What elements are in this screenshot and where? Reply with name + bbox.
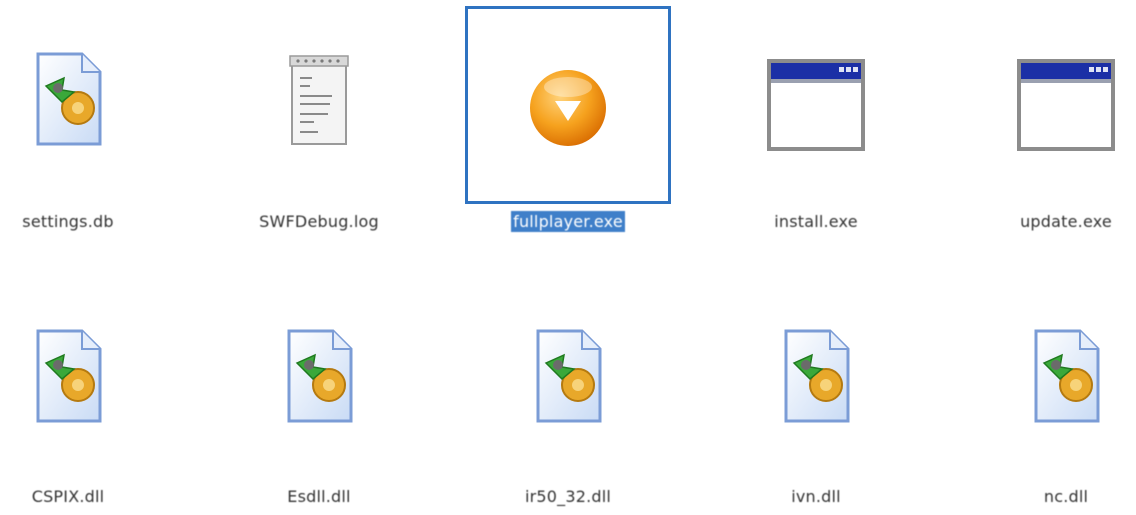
generic-window-app-icon	[767, 59, 865, 151]
icon-box	[963, 0, 1136, 200]
dll-gear-file-icon	[36, 329, 102, 423]
file-item-fullplayer-exe[interactable]: fullplayer.exe	[465, 0, 671, 240]
dll-gear-file-icon	[1034, 329, 1100, 423]
file-label: CSPIX.dll	[31, 487, 105, 506]
icon-box	[713, 0, 919, 200]
icon-box	[216, 0, 422, 200]
icon-box	[0, 275, 171, 475]
file-grid: settings.db SWFDebug.log fullplayer.exe …	[0, 0, 1136, 513]
icon-box	[465, 275, 671, 475]
file-label: SWFDebug.log	[259, 212, 379, 231]
file-label: fullplayer.exe	[511, 211, 625, 232]
file-label: ivn.dll	[791, 487, 841, 506]
dll-gear-file-icon	[784, 329, 850, 423]
file-label: update.exe	[1020, 212, 1112, 231]
dll-gear-file-icon	[36, 52, 102, 146]
icon-box	[713, 275, 919, 475]
icon-box	[0, 0, 171, 200]
selected-icon-box	[465, 6, 671, 204]
file-label: Esdll.dll	[287, 487, 351, 506]
file-item-esdll-dll[interactable]: Esdll.dll	[216, 275, 422, 515]
file-item-ir50-32-dll[interactable]: ir50_32.dll	[465, 275, 671, 515]
file-label: install.exe	[774, 212, 858, 231]
file-label: nc.dll	[1043, 487, 1089, 506]
dll-gear-file-icon	[287, 329, 353, 423]
icon-box	[216, 275, 422, 475]
file-label: ir50_32.dll	[524, 487, 612, 506]
file-item-install-exe[interactable]: install.exe	[713, 0, 919, 240]
icon-box	[963, 275, 1136, 475]
notepad-text-file-icon	[289, 55, 349, 145]
dll-gear-file-icon	[536, 329, 602, 423]
file-item-settings-db[interactable]: settings.db	[0, 0, 171, 240]
file-label: settings.db	[22, 212, 114, 231]
file-item-ivn-dll[interactable]: ivn.dll	[713, 275, 919, 515]
file-item-update-exe[interactable]: update.exe	[963, 0, 1136, 240]
orange-player-app-icon	[530, 70, 606, 146]
file-item-swfdebug-log[interactable]: SWFDebug.log	[216, 0, 422, 240]
generic-window-app-icon	[1017, 59, 1115, 151]
file-item-cspix-dll[interactable]: CSPIX.dll	[0, 275, 171, 515]
file-item-nc-dll[interactable]: nc.dll	[963, 275, 1136, 515]
